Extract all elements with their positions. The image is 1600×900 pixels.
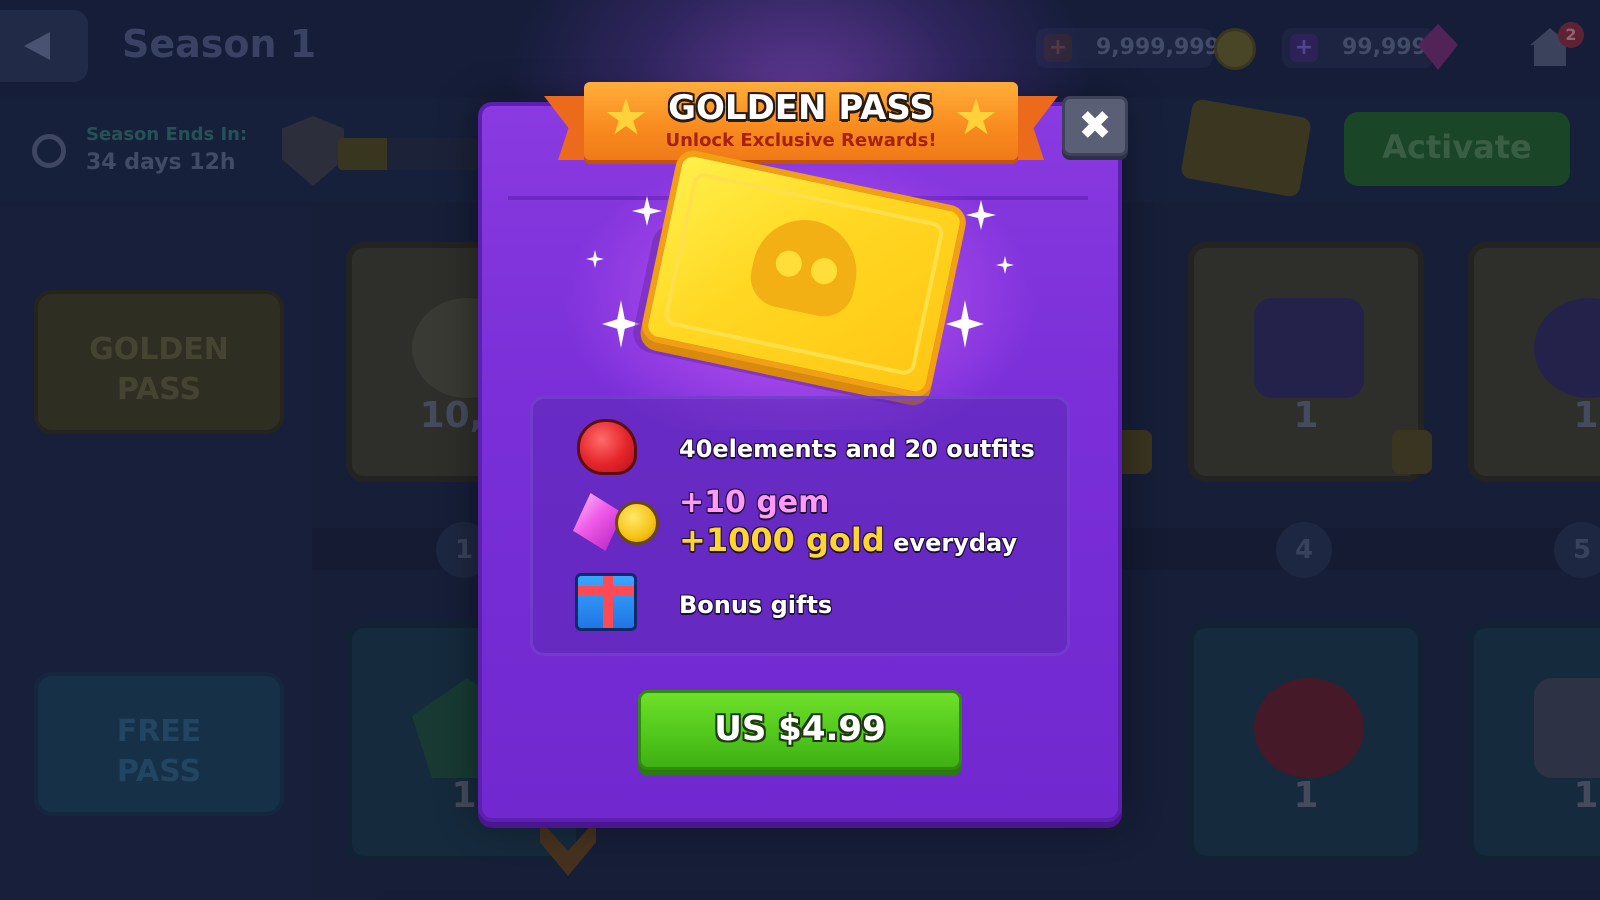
title-banner: GOLDEN PASS Unlock Exclusive Rewards! bbox=[544, 82, 1058, 168]
gift-ribbon bbox=[603, 576, 613, 628]
benefit-row-daily: +10 gem +1000 gold everyday bbox=[533, 485, 1073, 565]
banner-body: GOLDEN PASS Unlock Exclusive Rewards! bbox=[584, 82, 1018, 160]
benefit-gem-text: +10 gem bbox=[679, 485, 830, 520]
gift-box-icon bbox=[575, 573, 637, 631]
close-button[interactable]: ✖ bbox=[1062, 96, 1128, 156]
gift-ribbon bbox=[578, 586, 634, 596]
benefit-gold-line: +1000 gold everyday bbox=[679, 521, 1017, 559]
close-icon: ✖ bbox=[1078, 103, 1112, 149]
benefit-row-gifts: Bonus gifts bbox=[533, 571, 1073, 643]
benefit-gold-suffix: everyday bbox=[893, 529, 1018, 557]
boxing-glove-icon bbox=[577, 419, 637, 475]
modal-title: GOLDEN PASS bbox=[668, 88, 934, 128]
skull-eye bbox=[773, 248, 805, 280]
gold-coin-icon bbox=[615, 501, 659, 545]
purchase-button[interactable]: US $4.99 bbox=[638, 690, 962, 770]
skull-eye bbox=[808, 255, 840, 287]
benefit-text: Bonus gifts bbox=[679, 591, 833, 619]
benefit-row-outfits: 40elements and 20 outfits bbox=[533, 417, 1073, 487]
benefit-text: 40elements and 20 outfits bbox=[679, 435, 1035, 463]
benefits-panel: 40elements and 20 outfits +10 gem +1000 … bbox=[530, 396, 1070, 656]
modal-subtitle: Unlock Exclusive Rewards! bbox=[665, 130, 937, 151]
benefit-gold-text: +1000 gold bbox=[679, 521, 885, 559]
